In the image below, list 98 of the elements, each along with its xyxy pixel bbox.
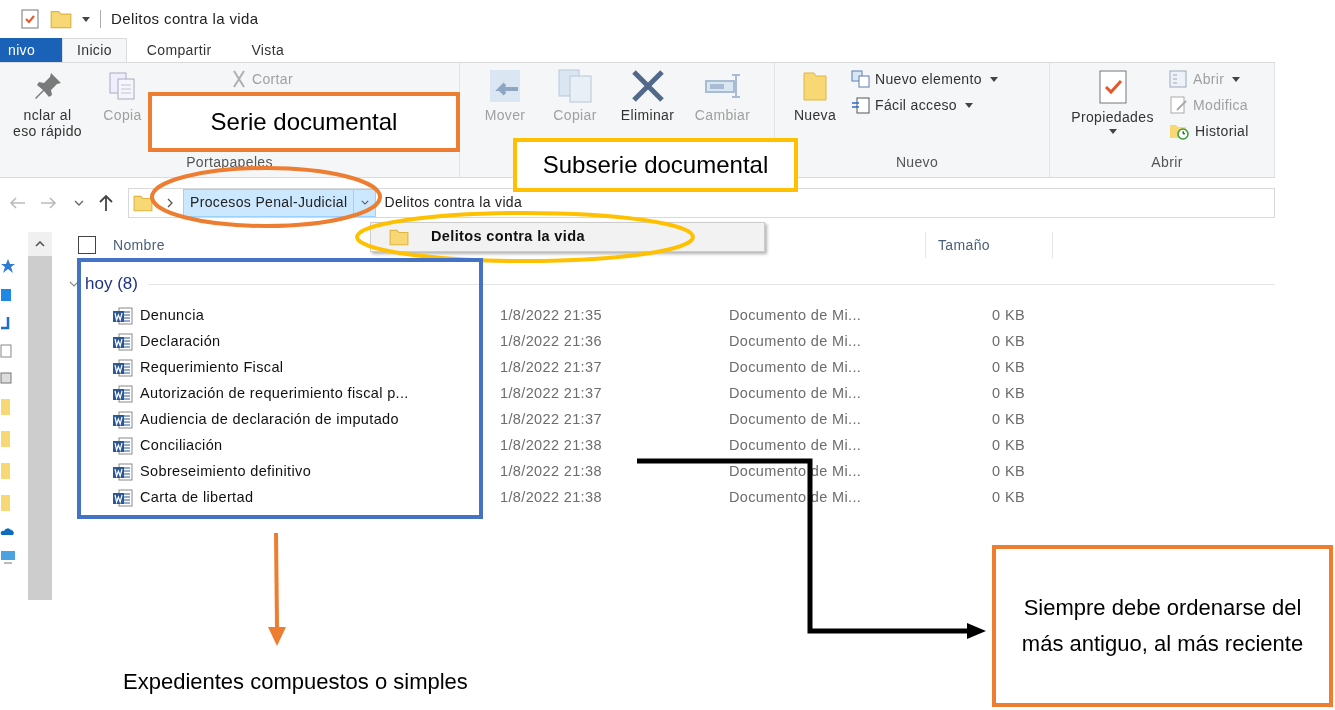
file-row[interactable]: Declaración 1/8/2022 21:36 Documento de Mi... 0 KB bbox=[55, 329, 1275, 355]
word-document-icon bbox=[112, 359, 134, 377]
annotation-note: Siempre debe ordenarse del más antiguo, al más reciente bbox=[992, 545, 1333, 707]
file-name: Requerimiento Fiscal bbox=[140, 358, 285, 378]
size-cell-text: 0 KB bbox=[991, 358, 1025, 378]
column-header[interactable]: Tamaño bbox=[926, 232, 1053, 258]
word-document-icon bbox=[112, 333, 134, 351]
history-clock-icon bbox=[1169, 122, 1191, 140]
folder-icon bbox=[389, 228, 409, 246]
file-row[interactable]: Conciliación 1/8/2022 21:38 Documento de Mi... 0 KB bbox=[55, 433, 1275, 459]
file-row[interactable]: Requerimiento Fiscal 1/8/2022 21:37 Documento de Mi... 0 KB bbox=[55, 355, 1275, 381]
select-all-checkbox[interactable] bbox=[78, 236, 96, 254]
size-cell-text: 0 KB bbox=[991, 462, 1025, 482]
easy-access-icon bbox=[851, 96, 871, 114]
folder-icon bbox=[50, 9, 72, 29]
desktop-icon bbox=[0, 288, 12, 302]
delete-x-icon bbox=[630, 69, 665, 103]
ribbon-small-button[interactable]: Fácil acceso bbox=[851, 95, 998, 115]
file-row[interactable]: Denuncia 1/8/2022 21:35 Documento de Mi... 0 KB bbox=[55, 303, 1275, 329]
cloud-icon bbox=[0, 526, 14, 536]
word-document-icon bbox=[112, 463, 134, 481]
ribbon-button[interactable]: nclar al eso rápido bbox=[0, 69, 95, 139]
computer-icon bbox=[0, 550, 16, 564]
chevron-down-icon bbox=[360, 200, 369, 205]
size-cell-text: 0 KB bbox=[991, 410, 1025, 430]
type-cell-text: Documento de Mi... bbox=[729, 332, 863, 352]
chevron-right-icon bbox=[167, 197, 173, 208]
star-icon bbox=[0, 258, 16, 274]
forward-arrow-icon bbox=[40, 195, 58, 210]
file-name: Audiencia de declaración de imputado bbox=[140, 410, 400, 430]
ribbon-tab[interactable]: Inicio bbox=[62, 38, 127, 62]
ribbon-group-label: Abrir bbox=[1150, 153, 1184, 172]
file-name: Conciliación bbox=[140, 436, 224, 456]
ribbon-group-label: Portapapeles bbox=[185, 153, 274, 172]
size-cell-text: 0 KB bbox=[991, 384, 1025, 404]
file-name: Declaración bbox=[140, 332, 222, 352]
ribbon-button[interactable]: Eliminar bbox=[610, 69, 685, 123]
type-cell-text: Documento de Mi... bbox=[729, 384, 863, 404]
date-cell-text: 1/8/2022 21:37 bbox=[500, 384, 603, 404]
folder-icon bbox=[133, 193, 153, 212]
size-cell-text: 0 KB bbox=[991, 436, 1025, 456]
annotation-label: Subserie documental bbox=[513, 138, 798, 192]
up-arrow-icon bbox=[98, 193, 114, 212]
word-document-icon bbox=[112, 489, 134, 507]
date-cell-text: 1/8/2022 21:36 bbox=[500, 332, 603, 352]
size-cell-text: 0 KB bbox=[991, 488, 1025, 508]
date-cell-text: 1/8/2022 21:35 bbox=[500, 306, 603, 326]
ribbon-tab[interactable]: Compartir bbox=[132, 38, 226, 62]
folder-icon bbox=[0, 494, 10, 512]
file-row[interactable]: Audiencia de declaración de imputado 1/8/2022 21:37 Documento de Mi... 0 KB bbox=[55, 407, 1275, 433]
window-title: Delitos contra la vida bbox=[111, 8, 259, 29]
chevron-up-icon bbox=[35, 241, 45, 247]
edit-pencil-icon bbox=[1169, 96, 1189, 114]
word-document-icon bbox=[112, 437, 134, 455]
ribbon-button[interactable]: Nueva bbox=[785, 69, 845, 123]
word-document-icon bbox=[112, 411, 134, 429]
ribbon-small-button[interactable]: Nuevo elemento bbox=[851, 69, 998, 89]
size-cell-text: 0 KB bbox=[991, 332, 1025, 352]
file-name: Denuncia bbox=[140, 306, 206, 326]
type-cell-text: Documento de Mi... bbox=[729, 358, 863, 378]
ribbon-group-label: Nuevo bbox=[894, 153, 940, 172]
picture-icon bbox=[0, 372, 12, 384]
file-tab[interactable]: nivo bbox=[0, 38, 62, 62]
breadcrumb[interactable]: Procesos Penal-Judicial bbox=[183, 188, 355, 217]
folder-icon bbox=[0, 462, 10, 480]
word-document-icon bbox=[112, 385, 134, 403]
file-name: Autorización de requerimiento fiscal p... bbox=[140, 384, 410, 404]
word-document-icon bbox=[112, 307, 134, 325]
new-item-icon bbox=[851, 70, 871, 88]
back-arrow-icon bbox=[8, 195, 26, 210]
folder-icon bbox=[0, 430, 10, 448]
copy-to-icon bbox=[558, 69, 592, 103]
checklist-icon bbox=[20, 9, 40, 29]
caret-icon bbox=[82, 16, 90, 22]
size-cell-text: 0 KB bbox=[991, 306, 1025, 326]
open-icon bbox=[1169, 70, 1189, 88]
move-to-icon bbox=[488, 69, 522, 103]
date-cell-text: 1/8/2022 21:38 bbox=[500, 436, 603, 456]
scissors-icon bbox=[230, 70, 248, 88]
ribbon-tab[interactable]: Vista bbox=[237, 38, 299, 62]
chevron-down-icon bbox=[74, 199, 84, 206]
ribbon-small-button[interactable]: Historial bbox=[1169, 121, 1249, 141]
type-cell-text: Documento de Mi... bbox=[729, 410, 863, 430]
date-cell-text: 1/8/2022 21:37 bbox=[500, 358, 603, 378]
group-header[interactable]: hoy (8) bbox=[69, 271, 138, 297]
ribbon-button[interactable]: Propiedades bbox=[1060, 69, 1165, 134]
type-cell-text: Documento de Mi... bbox=[729, 436, 863, 456]
type-cell-text: Documento de Mi... bbox=[729, 306, 863, 326]
date-cell-text: 1/8/2022 21:38 bbox=[500, 462, 603, 482]
chevron-icon bbox=[69, 281, 79, 287]
file-name: Sobreseimiento definitivo bbox=[140, 462, 313, 482]
folder-icon bbox=[0, 398, 10, 416]
file-row[interactable]: Autorización de requerimiento fiscal p... 1/8/2022 21:37 Documento de Mi... 0 KB bbox=[55, 381, 1275, 407]
date-cell-text: 1/8/2022 21:37 bbox=[500, 410, 603, 430]
annotation-label: Serie documental bbox=[148, 92, 460, 152]
annotation-caption: Expedientes compuestos o simples bbox=[123, 668, 468, 696]
date-cell-text: 1/8/2022 21:38 bbox=[500, 488, 603, 508]
file-name: Carta de libertad bbox=[140, 488, 255, 508]
